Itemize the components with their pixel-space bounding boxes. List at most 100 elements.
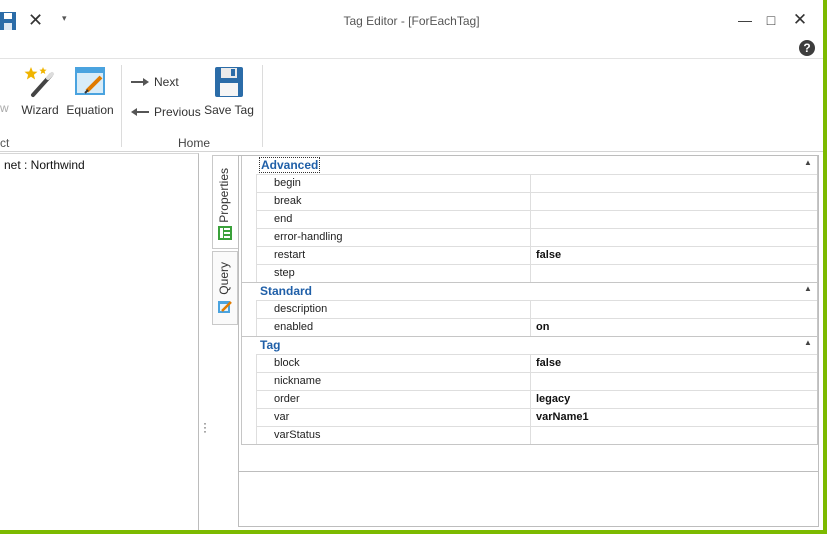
collapse-category-icon[interactable]: ▲: [804, 338, 812, 347]
property-name: break: [274, 195, 302, 207]
property-name: step: [274, 267, 295, 279]
row-gutter: [256, 300, 257, 336]
property-row[interactable]: restart false: [257, 246, 817, 265]
tab-properties[interactable]: Properties: [212, 155, 238, 249]
property-name: error-handling: [274, 231, 343, 243]
property-name: restart: [274, 249, 306, 261]
ribbon-separator: [262, 65, 263, 147]
window-title: Tag Editor - [ForEachTag]: [343, 14, 480, 28]
tree-node[interactable]: net : Northwind: [4, 158, 85, 172]
property-row[interactable]: error-handling: [257, 228, 817, 247]
property-row[interactable]: order legacy: [257, 390, 817, 409]
property-name: varStatus: [274, 429, 321, 441]
property-name: order: [274, 393, 300, 405]
property-name: enabled: [274, 321, 314, 333]
property-value[interactable]: false: [536, 249, 561, 261]
category-label: Standard: [260, 284, 313, 298]
properties-grid-icon: [218, 226, 232, 240]
property-row[interactable]: enabled on: [257, 318, 817, 337]
close-button[interactable]: ✕: [789, 10, 811, 30]
tab-properties-label: Properties: [217, 168, 231, 223]
category-row[interactable]: Standard ▲: [242, 282, 817, 300]
splitter-grip-icon[interactable]: · · ·: [203, 417, 207, 437]
column-divider[interactable]: [530, 175, 531, 193]
property-description-pane: [239, 473, 818, 526]
previous-label: Previous: [154, 105, 201, 119]
property-value[interactable]: legacy: [536, 393, 570, 405]
save-tag-label: Save Tag: [204, 103, 254, 117]
side-tab-strip: Properties Query: [210, 153, 238, 530]
property-value[interactable]: on: [536, 321, 549, 333]
row-gutter: [256, 174, 257, 282]
property-row[interactable]: end: [257, 210, 817, 229]
partial-button-label: w: [0, 101, 9, 115]
wizard-button[interactable]: Wizard: [20, 65, 60, 117]
property-grid-body: Advanced ▲ begin break end error-handling rest…: [239, 156, 818, 472]
property-row[interactable]: block false: [257, 354, 817, 373]
equation-button[interactable]: Equation: [66, 65, 114, 117]
minimize-button[interactable]: —: [734, 10, 756, 30]
wizard-label: Wizard: [21, 103, 59, 117]
partial-group-label: ct: [0, 136, 10, 150]
row-gutter: [256, 354, 257, 444]
connection-tree-panel: net : Northwind: [0, 153, 199, 530]
collapse-category-icon[interactable]: ▲: [804, 158, 812, 167]
property-name: description: [274, 303, 328, 315]
panel-splitter[interactable]: · · ·: [200, 153, 210, 530]
arrow-right-icon: [131, 78, 149, 86]
property-row[interactable]: varStatus: [257, 426, 817, 445]
next-button[interactable]: Next: [131, 74, 179, 90]
property-row[interactable]: begin: [257, 174, 817, 193]
next-label: Next: [154, 75, 179, 89]
collapse-category-icon[interactable]: ▲: [804, 284, 812, 293]
tab-query[interactable]: Query: [212, 251, 238, 325]
property-value[interactable]: varName1: [536, 411, 589, 423]
equation-icon: [75, 67, 105, 95]
column-divider[interactable]: [530, 319, 531, 337]
maximize-button[interactable]: □: [760, 10, 782, 30]
column-divider[interactable]: [530, 193, 531, 211]
column-divider[interactable]: [530, 211, 531, 229]
floppy-disk-icon: [215, 67, 243, 97]
column-divider[interactable]: [530, 265, 531, 283]
category-label: Advanced: [259, 157, 321, 173]
ribbon-separator: [121, 65, 122, 147]
arrow-left-icon: [131, 108, 149, 116]
tab-query-label: Query: [217, 262, 231, 295]
property-name: begin: [274, 177, 301, 189]
column-divider[interactable]: [530, 409, 531, 427]
property-grid-rows: Advanced ▲ begin break end error-handling rest…: [241, 156, 818, 445]
column-divider[interactable]: [530, 391, 531, 409]
magic-wand-icon: [24, 67, 54, 97]
property-row[interactable]: step: [257, 264, 817, 283]
property-row[interactable]: description: [257, 300, 817, 319]
property-name: nickname: [274, 375, 322, 387]
property-value[interactable]: false: [536, 357, 561, 369]
title-bar: ✕ ▾ Tag Editor - [ForEachTag] — □ ✕: [0, 0, 823, 40]
previous-button[interactable]: Previous: [131, 104, 201, 120]
property-row[interactable]: nickname: [257, 372, 817, 391]
category-separator: [242, 444, 817, 445]
property-row[interactable]: break: [257, 192, 817, 211]
property-row[interactable]: var varName1: [257, 408, 817, 427]
help-icon[interactable]: ?: [799, 40, 815, 56]
property-name: var: [274, 411, 290, 423]
equation-label: Equation: [66, 103, 114, 117]
tag-editor-window: ✕ ▾ Tag Editor - [ForEachTag] — □ ✕ ? w …: [0, 0, 823, 530]
column-divider[interactable]: [530, 229, 531, 247]
column-divider[interactable]: [530, 373, 531, 391]
property-grid: Advanced ▲ begin break end error-handling rest…: [238, 155, 819, 527]
column-divider[interactable]: [530, 427, 531, 445]
column-divider[interactable]: [530, 301, 531, 319]
category-row[interactable]: Tag ▲: [242, 336, 817, 354]
property-name: block: [274, 357, 300, 369]
home-group-label: Home: [178, 136, 211, 150]
column-divider[interactable]: [530, 355, 531, 373]
property-name: end: [274, 213, 293, 225]
query-edit-icon: [218, 301, 232, 313]
save-tag-button[interactable]: Save Tag: [203, 65, 255, 117]
category-row[interactable]: Advanced ▲: [242, 156, 817, 174]
category-label: Tag: [260, 338, 281, 352]
column-divider[interactable]: [530, 247, 531, 265]
ribbon: w ct Wizard Equation Next Previous Save …: [0, 58, 823, 152]
